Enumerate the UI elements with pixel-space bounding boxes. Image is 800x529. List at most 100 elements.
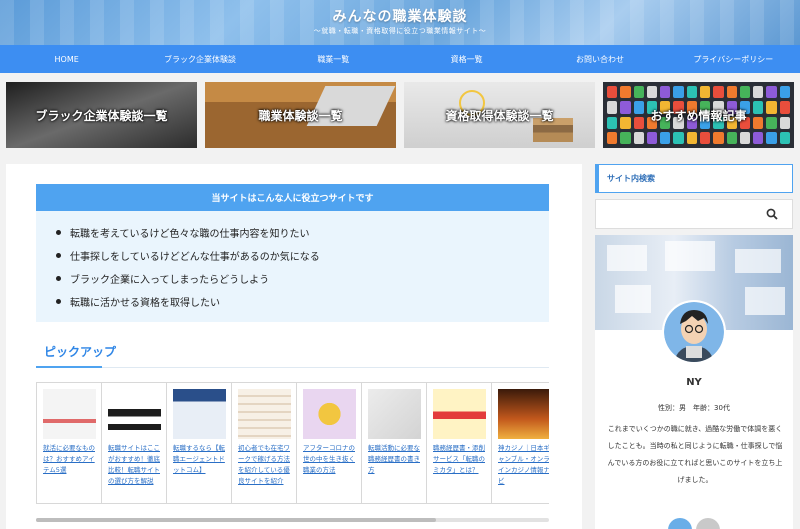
nav-item-home[interactable]: HOME: [0, 45, 133, 73]
profile-meta: 性別：男 年齢：30代: [658, 404, 730, 412]
app-tile: [620, 101, 631, 114]
search-icon[interactable]: [766, 208, 778, 220]
pickup-card[interactable]: 転職活動に必要な職務経歴書の書き方: [361, 382, 427, 504]
card-link[interactable]: 初心者でも在宅ワークで稼げる方法を紹介している優良サイトを紹介: [238, 443, 294, 487]
divider: [36, 367, 549, 368]
target-box-body: 転職を考えているけど色々な職の仕事内容を知りたい 仕事探しをしているけどどんな仕…: [36, 211, 549, 322]
app-tile: [633, 116, 644, 129]
nav-item-black-company[interactable]: ブラック企業体験談: [133, 45, 266, 73]
site-header: みんなの職業体験談 〜就職・転職・資格取得に役立つ職業情報サイト〜: [0, 0, 800, 45]
app-tile: [779, 131, 790, 144]
pickup-card[interactable]: 転職サイトはここがおすすめ！徹底比較！転職サイトの選び方を解説: [101, 382, 167, 504]
card-link[interactable]: 転職活動に必要な職務経歴書の書き方: [368, 443, 424, 476]
app-tile: [633, 101, 644, 114]
tile-recommended[interactable]: おすすめ情報記事: [603, 82, 794, 148]
app-tile: [766, 116, 777, 129]
pickup-card[interactable]: 神カジノ｜日本ギャンブル・オンラインカジノ情報ナビ: [491, 382, 549, 504]
site-title[interactable]: みんなの職業体験談: [0, 6, 800, 26]
app-tile: [686, 131, 697, 144]
target-list: 転職を考えているけど色々な職の仕事内容を知りたい 仕事探しをしているけどどんな仕…: [36, 211, 549, 313]
card-thumbnail: [173, 389, 226, 439]
app-tile: [673, 131, 684, 144]
list-item: ブラック企業に入ってしまったらどうしよう: [56, 267, 549, 290]
app-tile: [607, 131, 618, 144]
card-thumbnail: [303, 389, 356, 439]
pickup-carousel: 就活に必要なものは？おすすめアイテム5選 転職サイトはここがおすすめ！徹底比較！…: [36, 382, 549, 506]
nav-item-qualifications[interactable]: 資格一覧: [400, 45, 533, 73]
card-link[interactable]: アフターコロナの世の中を生き抜く職業の方法: [303, 443, 359, 476]
card-thumbnail: [108, 389, 161, 439]
search-input[interactable]: [595, 199, 793, 229]
app-tile: [753, 131, 764, 144]
app-tile: [673, 86, 684, 99]
app-tile: [607, 116, 618, 129]
app-tile: [607, 101, 618, 114]
card-thumbnail: [368, 389, 421, 439]
pickup-card[interactable]: 職務経歴書・添削サービス「転職のミカタ」とは？: [426, 382, 492, 504]
list-item: 転職に活かせる資格を取得したい: [56, 290, 549, 313]
target-box-title: 当サイトはこんな人に役立つサイトです: [36, 184, 549, 211]
card-link[interactable]: 職務経歴書・添削サービス「転職のミカタ」とは？: [433, 443, 489, 476]
site-subtitle: 〜就職・転職・資格取得に役立つ職業情報サイト〜: [313, 27, 487, 35]
tile-job-stories[interactable]: 職業体験談一覧: [205, 82, 396, 148]
card-thumbnail: [238, 389, 291, 439]
carousel-scrollbar[interactable]: [36, 518, 549, 522]
card-thumbnail: [43, 389, 96, 439]
tile-qualification-stories[interactable]: 資格取得体験談一覧: [404, 82, 595, 148]
tile-label: 資格取得体験談一覧: [445, 108, 554, 123]
avatar-illustration: [664, 302, 724, 362]
app-tile: [633, 86, 644, 99]
tile-label: ブラック企業体験談一覧: [35, 108, 168, 123]
app-tile: [713, 131, 724, 144]
card-link[interactable]: 神カジノ｜日本ギャンブル・オンラインカジノ情報ナビ: [498, 443, 549, 487]
app-tile: [646, 86, 658, 99]
card-link[interactable]: 転職サイトはここがおすすめ！徹底比較！転職サイトの選び方を解説: [108, 443, 164, 487]
category-tiles: ブラック企業体験談一覧 職業体験談一覧 資格取得体験談一覧 おすすめ情報記事: [6, 82, 794, 148]
pickup-card[interactable]: 転職するなら【転職エージェントドットコム】: [166, 382, 232, 504]
avatar: [662, 300, 726, 364]
app-tile: [620, 116, 631, 129]
card-link[interactable]: 転職するなら【転職エージェントドットコム】: [173, 443, 229, 476]
tile-label: おすすめ情報記事: [650, 108, 747, 123]
card-link[interactable]: 就活に必要なものは？おすすめアイテム5選: [43, 443, 99, 476]
card-thumbnail: [498, 389, 549, 439]
app-tile: [766, 131, 777, 144]
app-tile: [753, 116, 764, 129]
list-item: 仕事探しをしているけどどんな仕事があるのか気になる: [56, 244, 549, 267]
pickup-card[interactable]: アフターコロナの世の中を生き抜く職業の方法: [296, 382, 362, 504]
app-tile: [739, 131, 751, 144]
global-nav: HOME ブラック企業体験談 職業一覧 資格一覧 お問い合わせ プライバシーポリ…: [0, 45, 800, 73]
app-tile: [660, 131, 671, 144]
pickup-card[interactable]: 就活に必要なものは？おすすめアイテム5選: [36, 382, 102, 504]
profile-bio: これまでいくつかの職に就き、過酷な労働で体調を悪くしたことも。当時の私と同じよう…: [607, 425, 783, 484]
twitter-icon[interactable]: [668, 518, 692, 529]
card-thumbnail: [433, 389, 486, 439]
app-tile: [753, 86, 764, 99]
app-tile: [753, 101, 764, 114]
share-icon[interactable]: [696, 518, 720, 529]
nav-item-contact[interactable]: お問い合わせ: [533, 45, 666, 73]
nav-item-jobs[interactable]: 職業一覧: [267, 45, 400, 73]
app-tile: [699, 86, 711, 99]
tile-label: 職業体験談一覧: [258, 108, 343, 123]
app-tile: [646, 131, 658, 144]
profile-widget: NY 性別：男 年齢：30代 これまでいくつかの職に就き、過酷な労働で体調を悪く…: [595, 235, 793, 529]
main-content: 当サイトはこんな人に役立つサイトです 転職を考えているけど色々な職の仕事内容を知…: [6, 164, 582, 529]
app-tile: [779, 101, 790, 114]
scrollbar-thumb[interactable]: [36, 518, 436, 522]
app-tile: [713, 86, 724, 99]
pickup-heading: ピックアップ: [44, 345, 117, 359]
pickup-card[interactable]: 初心者でも在宅ワークで稼げる方法を紹介している優良サイトを紹介: [231, 382, 297, 504]
app-tile: [660, 86, 671, 99]
app-tile: [726, 131, 737, 144]
app-tile: [766, 86, 777, 99]
nav-item-privacy[interactable]: プライバシーポリシー: [667, 45, 800, 73]
app-tile: [620, 86, 631, 99]
tile-black-company[interactable]: ブラック企業体験談一覧: [6, 82, 197, 148]
app-tile: [620, 131, 631, 144]
app-tile: [779, 116, 790, 129]
app-tile: [699, 131, 711, 144]
app-tile: [633, 131, 644, 144]
app-tile: [766, 101, 777, 114]
app-tile: [607, 86, 618, 99]
